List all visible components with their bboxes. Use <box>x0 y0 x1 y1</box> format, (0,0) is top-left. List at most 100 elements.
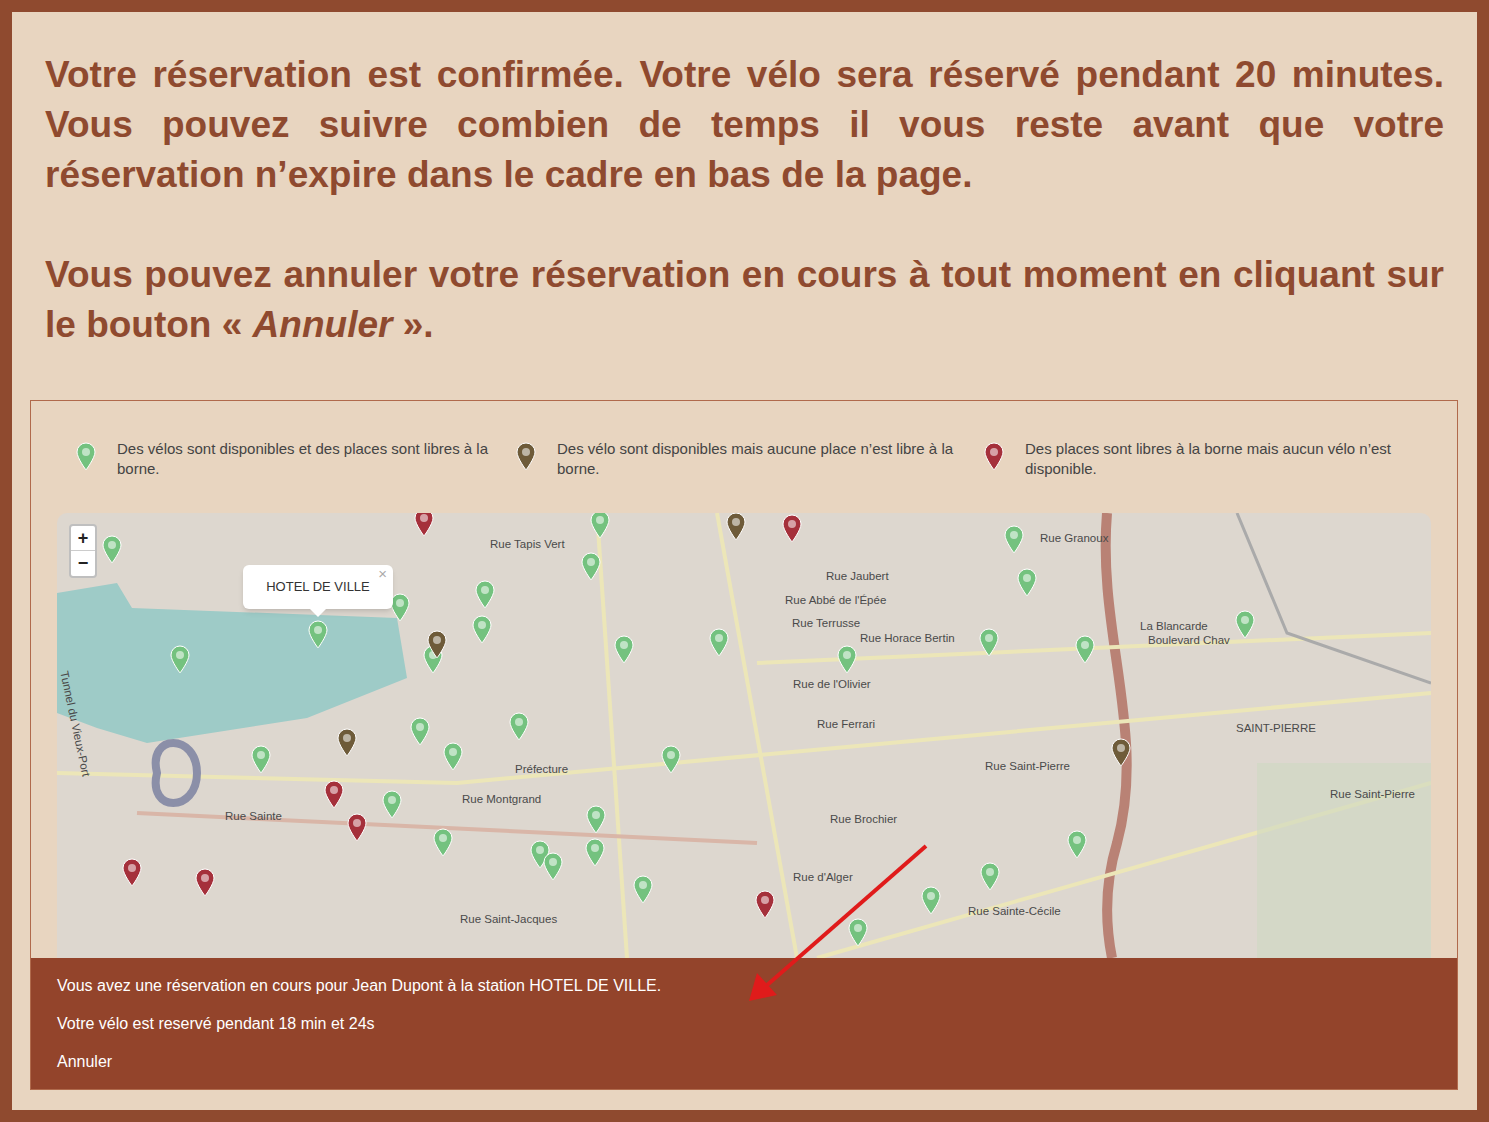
station-pin-icon <box>426 629 448 659</box>
street-label: SAINT-PIERRE <box>1236 722 1316 735</box>
station-pin-icon <box>836 644 858 674</box>
station-pin-icon <box>979 861 1001 891</box>
station-pin[interactable] <box>471 614 493 644</box>
reservation-message: Vous avez une réservation en cours pour … <box>57 975 1457 997</box>
station-pin[interactable] <box>101 534 123 564</box>
station-pin[interactable] <box>1003 524 1025 554</box>
station-pin-icon <box>1003 524 1025 554</box>
station-pin[interactable] <box>660 744 682 774</box>
station-pin[interactable] <box>194 867 216 897</box>
street-label: Rue Sainte-Cécile <box>968 905 1061 918</box>
station-pin-icon <box>346 812 368 842</box>
popup-close-button[interactable]: × <box>378 566 387 582</box>
station-pin-icon <box>1066 829 1088 859</box>
station-pin[interactable] <box>585 804 607 834</box>
station-pin[interactable] <box>121 857 143 887</box>
station-pin[interactable] <box>442 741 464 771</box>
street-label: Rue Terrusse <box>792 617 860 630</box>
station-pin[interactable] <box>409 716 431 746</box>
street-label: Rue Granoux <box>1040 532 1108 545</box>
zoom-out-button[interactable]: − <box>71 551 95 576</box>
station-pin-icon <box>336 727 358 757</box>
station-pin-icon <box>471 614 493 644</box>
street-label: Rue Brochier <box>830 813 897 826</box>
station-pin[interactable] <box>1074 634 1096 664</box>
station-pin[interactable] <box>250 744 272 774</box>
station-pin-icon <box>781 513 803 543</box>
station-pin[interactable] <box>836 644 858 674</box>
station-pin-icon <box>754 889 776 919</box>
station-pin-icon <box>250 744 272 774</box>
street-label: Rue Horace Bertin <box>860 632 955 645</box>
legend: Des vélos sont disponibles et des places… <box>31 401 1457 513</box>
station-pin-icon <box>381 789 403 819</box>
station-pin-icon <box>307 619 329 649</box>
station-pin[interactable] <box>708 627 730 657</box>
legend-pin-icon <box>75 441 97 471</box>
cancel-button[interactable]: Annuler <box>57 1051 112 1073</box>
station-pin[interactable] <box>508 711 530 741</box>
legend-item: Des vélo sont disponibles mais aucune pl… <box>515 439 983 513</box>
station-pin-icon <box>432 827 454 857</box>
station-pin-icon <box>1016 567 1038 597</box>
street-label: Rue Montgrand <box>462 793 541 806</box>
legend-pin-icon <box>983 441 1005 471</box>
station-pin[interactable] <box>1110 737 1132 767</box>
reservation-timer: Votre vélo est reservé pendant 18 min et… <box>57 1013 1457 1035</box>
station-pin[interactable] <box>589 513 611 539</box>
station-pin[interactable] <box>474 579 496 609</box>
station-pin-icon <box>1234 609 1256 639</box>
station-pin[interactable] <box>426 629 448 659</box>
station-pin-icon <box>847 917 869 947</box>
station-pin[interactable] <box>978 627 1000 657</box>
station-pin[interactable] <box>336 727 358 757</box>
station-pin[interactable] <box>413 513 435 537</box>
street-label: Boulevard Chav <box>1148 634 1230 647</box>
station-pin[interactable] <box>920 885 942 915</box>
street-label: Rue de l'Olivier <box>793 678 871 691</box>
map[interactable]: Rue GranouxRue JaubertRue Abbé de l'Épée… <box>57 513 1431 958</box>
station-pin[interactable] <box>381 789 403 819</box>
station-pin[interactable] <box>169 644 191 674</box>
street-label: Rue Sainte <box>225 810 282 823</box>
station-pin[interactable] <box>580 551 602 581</box>
street-label: Rue Saint-Pierre <box>985 760 1070 773</box>
station-pin[interactable] <box>346 812 368 842</box>
station-pin[interactable] <box>979 861 1001 891</box>
station-pin-icon <box>542 851 564 881</box>
reservation-bar: Vous avez une réservation en cours pour … <box>31 958 1457 1089</box>
station-pin[interactable] <box>754 889 776 919</box>
station-pin[interactable] <box>1234 609 1256 639</box>
station-pin[interactable]: HOTEL DE VILLE× <box>307 619 329 649</box>
station-pin-icon <box>194 867 216 897</box>
station-pin[interactable] <box>632 874 654 904</box>
station-pin-icon <box>978 627 1000 657</box>
station-pin[interactable] <box>847 917 869 947</box>
station-pin-icon <box>725 513 747 541</box>
instruction-paragraph: Votre réservation est confirmée. Votre v… <box>45 50 1444 200</box>
station-pin[interactable] <box>542 851 564 881</box>
station-popup: HOTEL DE VILLE× <box>243 565 393 609</box>
legend-item: Des places sont libres à la borne mais a… <box>983 439 1457 513</box>
station-pin-icon <box>585 804 607 834</box>
station-pin-icon <box>101 534 123 564</box>
station-pin[interactable] <box>613 634 635 664</box>
station-pin[interactable] <box>1066 829 1088 859</box>
station-pin-icon <box>121 857 143 887</box>
station-pin-icon <box>474 579 496 609</box>
station-pin[interactable] <box>781 513 803 543</box>
station-pin-icon <box>589 513 611 539</box>
station-pin-icon <box>708 627 730 657</box>
station-pin-icon <box>613 634 635 664</box>
station-pin-icon <box>508 711 530 741</box>
station-pin[interactable] <box>725 513 747 541</box>
zoom-control: +− <box>69 524 97 578</box>
station-pin[interactable] <box>432 827 454 857</box>
station-pin[interactable] <box>1016 567 1038 597</box>
map-panel: Des vélos sont disponibles et des places… <box>30 400 1458 1090</box>
page: Votre réservation est confirmée. Votre v… <box>0 0 1489 1122</box>
station-pin-icon <box>632 874 654 904</box>
station-pin[interactable] <box>323 779 345 809</box>
station-pin[interactable] <box>584 837 606 867</box>
zoom-in-button[interactable]: + <box>71 526 95 551</box>
